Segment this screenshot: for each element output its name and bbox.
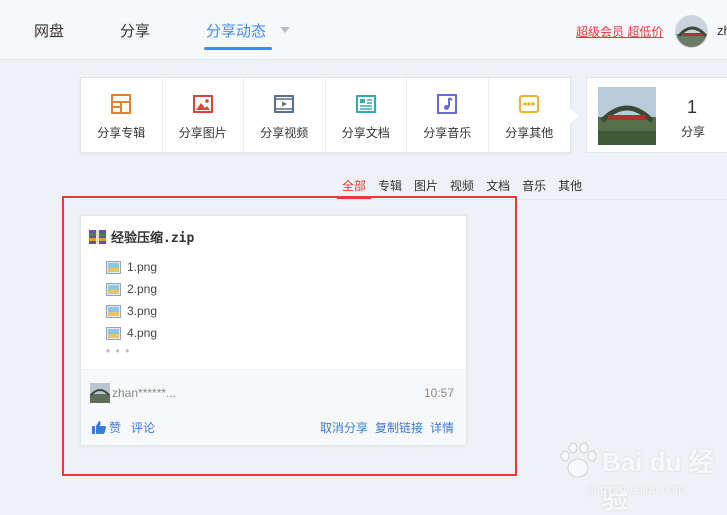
filter-picture[interactable]: 图片 — [414, 177, 438, 194]
video-icon — [274, 95, 295, 113]
share-other-button[interactable]: 分享其他 — [489, 78, 571, 152]
avatar[interactable] — [675, 15, 708, 48]
nav-active-indicator — [204, 47, 272, 50]
profile-photo[interactable] — [598, 87, 656, 145]
share-document-button[interactable]: 分享文档 — [326, 78, 407, 152]
nav-item-netdisk[interactable]: 网盘 — [34, 20, 64, 41]
watermark-brand: Bai du 经验 — [602, 447, 715, 514]
user-name-short[interactable]: zh — [717, 23, 727, 38]
share-count: 1 — [687, 97, 698, 117]
filter-music[interactable]: 音乐 — [522, 177, 546, 194]
document-icon — [355, 95, 376, 113]
share-picture-label: 分享图片 — [178, 126, 227, 140]
album-icon — [111, 94, 132, 114]
share-video-label: 分享视频 — [260, 126, 309, 140]
filter-all[interactable]: 全部 — [342, 177, 366, 194]
share-video-button[interactable]: 分享视频 — [244, 78, 326, 152]
picture-icon — [192, 95, 213, 113]
filter-video[interactable]: 视频 — [450, 177, 474, 194]
share-count-label: 分享 — [681, 125, 706, 139]
filter-document[interactable]: 文档 — [486, 177, 510, 194]
share-toolbar: 分享专辑 分享图片 分享视频 分享文档 分享音乐 分享其他 — [80, 77, 578, 153]
share-album-button[interactable]: 分享专辑 — [81, 78, 163, 152]
filter-other[interactable]: 其他 — [558, 177, 582, 194]
watermark-url: jingyan.baidu.com — [588, 482, 685, 496]
nav-item-share[interactable]: 分享 — [120, 20, 150, 41]
share-album-label: 分享专辑 — [97, 126, 146, 140]
share-music-label: 分享音乐 — [423, 126, 472, 140]
profile-card: 1 分享 — [586, 77, 727, 153]
highlight-box — [62, 196, 517, 476]
nav-item-share-feed[interactable]: 分享动态 — [206, 20, 266, 41]
music-icon — [437, 94, 458, 114]
vip-promo-link[interactable]: 超级会员 超低价 — [576, 23, 663, 40]
filter-album[interactable]: 专辑 — [378, 177, 402, 194]
avatar-photo-icon — [676, 16, 707, 47]
share-picture-button[interactable]: 分享图片 — [163, 78, 244, 152]
paw-logo-icon — [560, 442, 597, 478]
share-other-label: 分享其他 — [505, 126, 554, 140]
share-document-label: 分享文档 — [341, 126, 390, 140]
share-music-button[interactable]: 分享音乐 — [407, 78, 489, 152]
top-nav: 网盘 分享 分享动态 超级会员 超低价 zh — [0, 0, 727, 60]
filter-tabs: 全部 专辑 图片 视频 文档 音乐 其他 — [342, 177, 594, 194]
other-icon — [519, 95, 540, 113]
chevron-down-icon[interactable] — [280, 27, 290, 33]
watermark: Bai du 经验 jingyan.baidu.com — [556, 434, 716, 514]
profile-photo-icon — [598, 87, 656, 145]
